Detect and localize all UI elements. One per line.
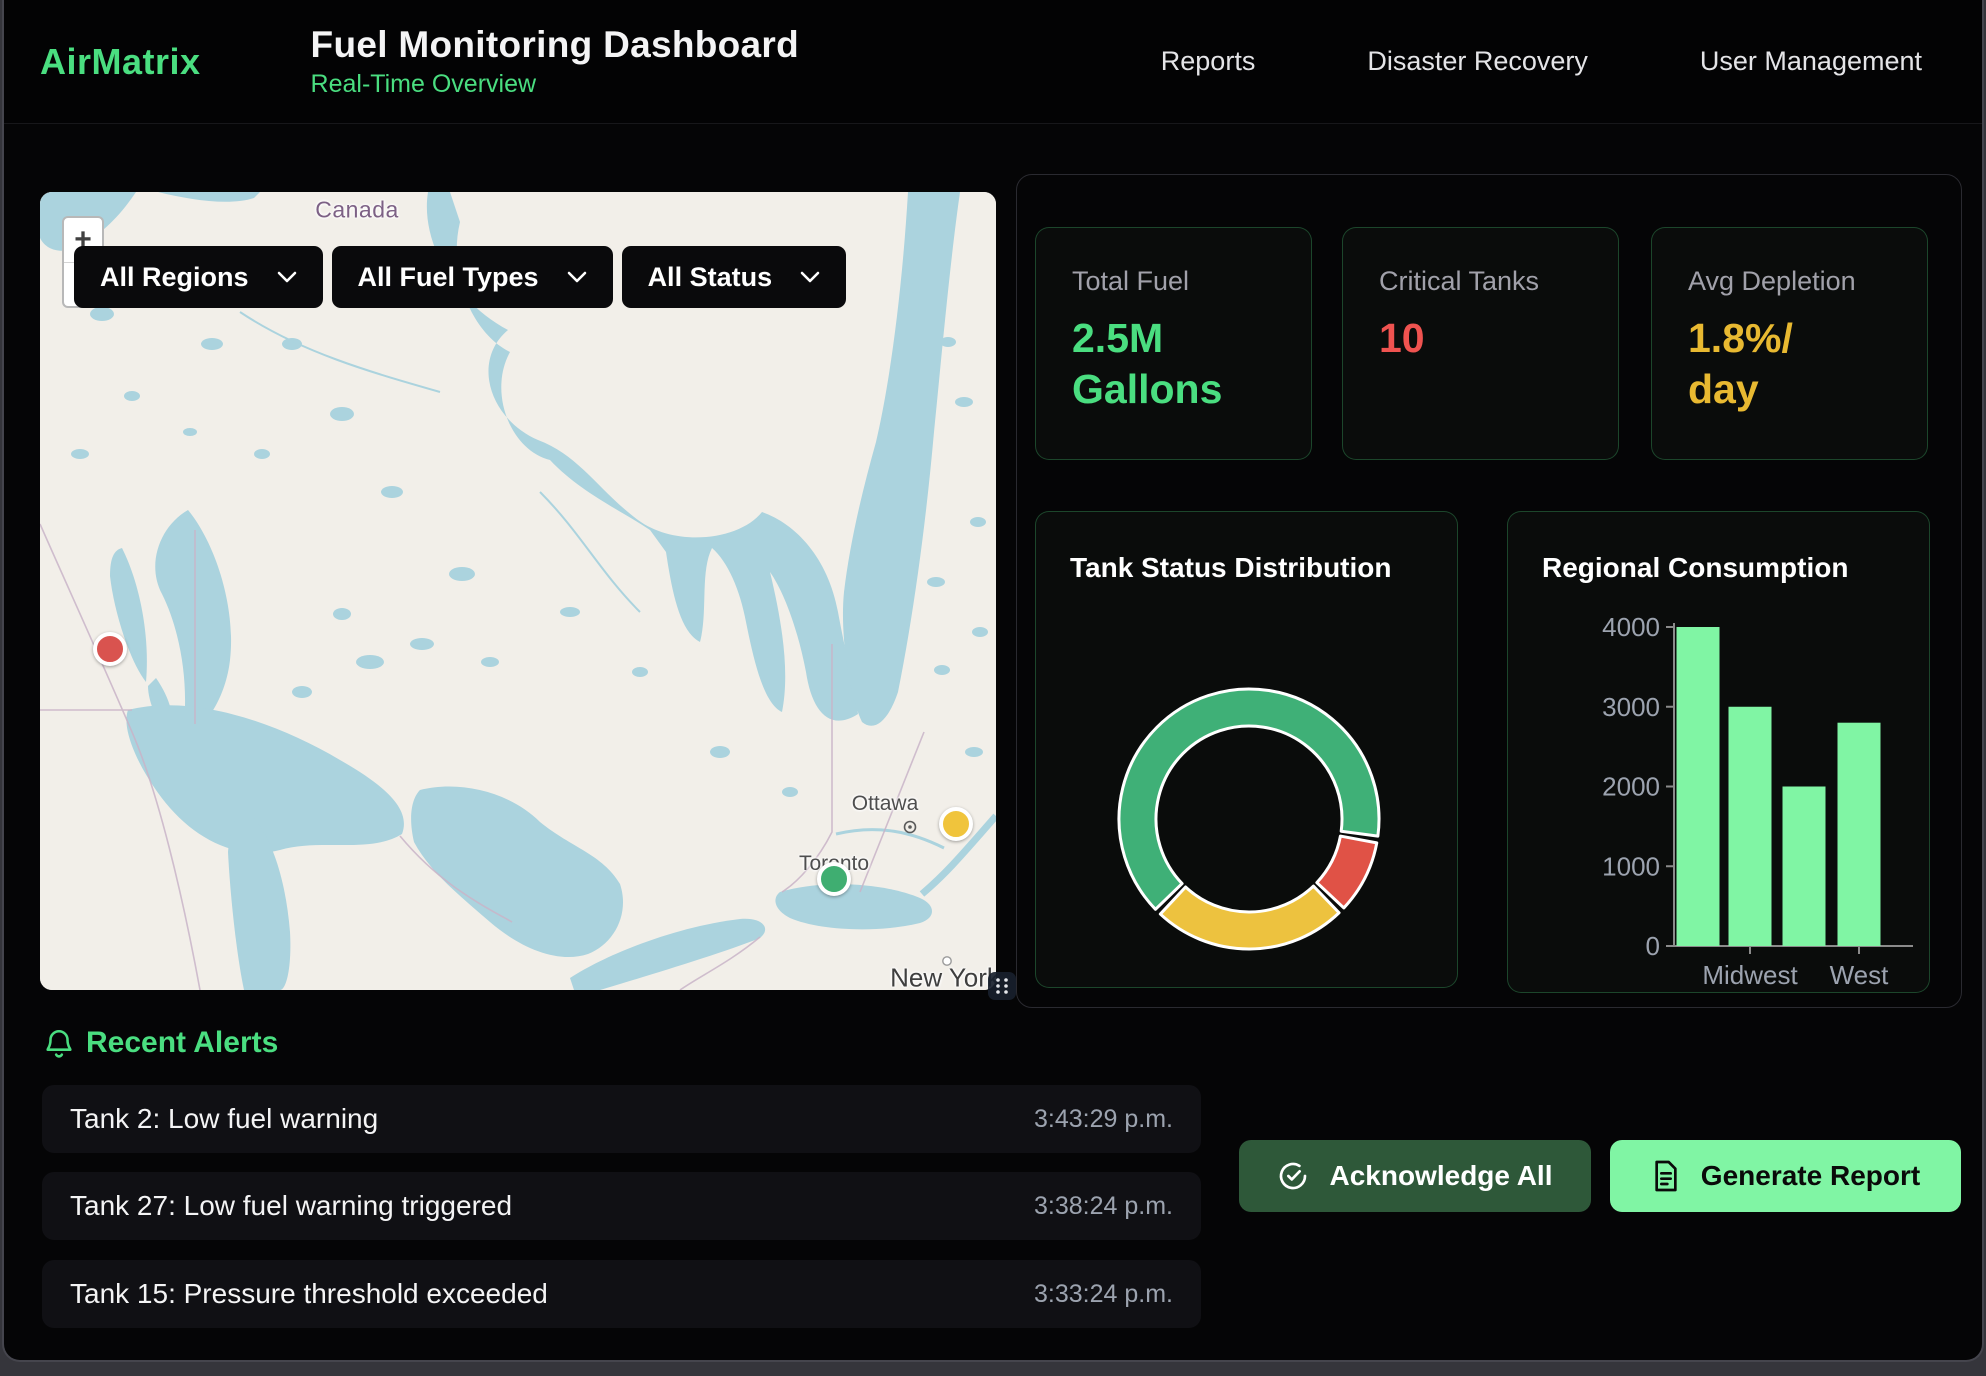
header: AirMatrix Fuel Monitoring Dashboard Real… [4, 0, 1982, 124]
metrics-panel: Total Fuel 2.5MGallons Critical Tanks 10 Avg… [1016, 174, 1962, 1008]
page-title: Fuel Monitoring Dashboard [311, 24, 799, 66]
generate-report-button[interactable]: Generate Report [1610, 1140, 1961, 1212]
page-subtitle: Real-Time Overview [311, 70, 799, 99]
stat-card-avg-depletion: Avg Depletion 1.8%/day [1651, 227, 1928, 460]
regional-consumption-bar-chart: 0 1000 2000 3000 4000 Midwest West [1508, 512, 1931, 994]
grip-dots-icon [994, 976, 1010, 996]
tank-marker-warning[interactable] [939, 807, 973, 841]
nav-item-reports[interactable]: Reports [1161, 46, 1256, 77]
alert-timestamp: 3:38:24 p.m. [1034, 1192, 1173, 1221]
title-block: Fuel Monitoring Dashboard Real-Time Over… [311, 24, 799, 99]
acknowledge-all-label: Acknowledge All [1329, 1160, 1552, 1192]
bell-icon [42, 1026, 76, 1062]
stat-value: 1.8%/day [1688, 313, 1891, 416]
alerts-heading: Recent Alerts [86, 1026, 278, 1060]
x-tick-label: West [1830, 960, 1890, 990]
bar-region-2 [1783, 787, 1826, 947]
town-symbol-icon [902, 819, 918, 835]
map-filters: All Regions All Fuel Types All Status [74, 246, 846, 308]
report-document-icon [1651, 1160, 1681, 1192]
chevron-down-icon [800, 271, 820, 283]
alert-text: Tank 27: Low fuel warning triggered [70, 1190, 512, 1222]
regional-consumption-title: Regional Consumption [1542, 552, 1848, 584]
filter-dropdown-label: All Regions [100, 262, 249, 293]
stat-label: Critical Tanks [1379, 266, 1582, 297]
chevron-down-icon [567, 271, 587, 283]
tank-marker-critical[interactable] [93, 632, 127, 666]
filter-dropdown-all-status[interactable]: All Status [622, 246, 847, 308]
stat-card-total-fuel: Total Fuel 2.5MGallons [1035, 227, 1312, 460]
nav-item-user-management[interactable]: User Management [1700, 46, 1922, 77]
tank-status-title: Tank Status Distribution [1070, 552, 1392, 584]
y-tick-label: 3000 [1602, 692, 1660, 722]
bar-region-3 [1838, 723, 1881, 946]
acknowledge-all-button[interactable]: Acknowledge All [1239, 1140, 1591, 1212]
bar-region-1 [1729, 707, 1772, 946]
brand-logo: AirMatrix [40, 41, 201, 83]
alert-row[interactable]: Tank 2: Low fuel warning 3:43:29 p.m. [42, 1085, 1201, 1153]
alert-row[interactable]: Tank 15: Pressure threshold exceeded 3:33… [42, 1260, 1201, 1328]
stat-card-critical-tanks: Critical Tanks 10 [1342, 227, 1619, 460]
x-tick-label: Midwest [1702, 960, 1798, 990]
tank-status-card: Tank Status Distribution [1035, 511, 1458, 988]
check-circle-icon [1277, 1160, 1309, 1192]
filter-dropdown-all-fuel-types[interactable]: All Fuel Types [332, 246, 613, 308]
y-tick-label: 2000 [1602, 772, 1660, 802]
alert-row[interactable]: Tank 27: Low fuel warning triggered 3:38:… [42, 1172, 1201, 1240]
donut-segment-warning [1160, 886, 1339, 949]
alert-timestamp: 3:33:24 p.m. [1034, 1280, 1173, 1309]
y-tick-label: 0 [1646, 931, 1660, 961]
resize-grip[interactable] [988, 972, 1016, 1000]
main-nav: Reports Disaster Recovery User Management [1161, 46, 1922, 77]
app-window: AirMatrix Fuel Monitoring Dashboard Real… [2, 0, 1984, 1362]
alert-text: Tank 15: Pressure threshold exceeded [70, 1278, 548, 1310]
town-symbol-icon [941, 955, 953, 967]
stat-label: Avg Depletion [1688, 266, 1891, 297]
nav-item-disaster-recovery[interactable]: Disaster Recovery [1367, 46, 1588, 77]
regional-consumption-card: Regional Consumption 0 1000 2000 3000 4000 Mi… [1507, 511, 1930, 993]
alert-timestamp: 3:43:29 p.m. [1034, 1105, 1173, 1134]
y-tick-label: 1000 [1602, 851, 1660, 881]
bar-region-0 [1677, 627, 1720, 946]
map-label-ottawa: Ottawa [852, 792, 919, 816]
filter-dropdown-all-regions[interactable]: All Regions [74, 246, 323, 308]
tank-marker-normal[interactable] [817, 862, 851, 896]
map-label-canada: Canada [315, 197, 399, 224]
map-panel[interactable]: CanadaOttawaTorontoNew York + − All Regi… [40, 192, 996, 990]
stat-value: 10 [1379, 313, 1582, 364]
stat-label: Total Fuel [1072, 266, 1275, 297]
generate-report-label: Generate Report [1701, 1160, 1920, 1192]
filter-dropdown-label: All Status [648, 262, 773, 293]
filter-dropdown-label: All Fuel Types [358, 262, 539, 293]
y-tick-label: 4000 [1602, 612, 1660, 642]
alert-text: Tank 2: Low fuel warning [70, 1103, 378, 1135]
chevron-down-icon [277, 271, 297, 283]
stat-value: 2.5MGallons [1072, 313, 1275, 416]
